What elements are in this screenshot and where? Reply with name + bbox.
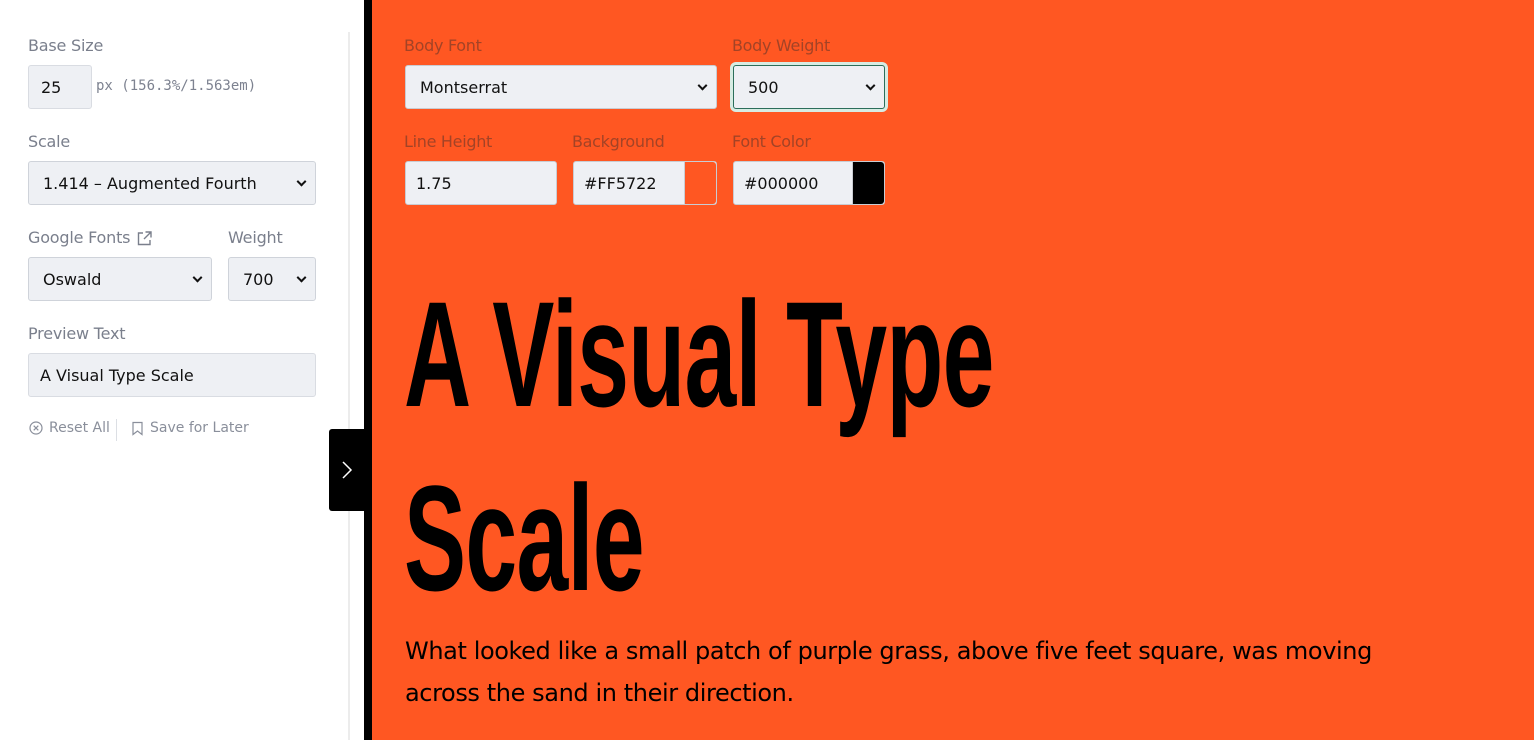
google-fonts-label[interactable]: Google Fonts xyxy=(28,228,153,248)
body-weight-label: Body Weight xyxy=(732,36,830,55)
preview-headline-line-2: Scale xyxy=(404,454,645,622)
background-color-swatch[interactable] xyxy=(684,162,716,204)
preview-text-label: Preview Text xyxy=(28,324,126,343)
font-color-value: #000000 xyxy=(744,173,819,193)
base-size-unit: px (156.3%/1.563em) xyxy=(96,78,257,94)
background-label: Background xyxy=(572,132,665,151)
body-font-label: Body Font xyxy=(404,36,482,55)
font-color-label: Font Color xyxy=(732,132,811,151)
sidebar-edge xyxy=(364,0,372,740)
font-color-field[interactable]: #000000 xyxy=(733,161,885,205)
chevron-down-icon xyxy=(296,272,307,283)
chevron-down-icon xyxy=(697,80,708,91)
x-circle-icon xyxy=(29,421,43,435)
preview-headline: A Visual Type Scale xyxy=(404,262,1272,630)
sidebar-toggle-button[interactable] xyxy=(329,429,365,511)
save-for-later-button[interactable]: Save for Later xyxy=(131,420,249,436)
chevron-down-icon xyxy=(296,176,307,187)
weight-label: Weight xyxy=(228,228,283,247)
chevron-down-icon xyxy=(192,272,203,283)
bookmark-icon xyxy=(132,421,143,436)
line-height-input[interactable]: 1.75 xyxy=(405,161,557,205)
google-fonts-label-text: Google Fonts xyxy=(28,228,131,247)
body-weight-select[interactable]: 500 xyxy=(733,65,885,109)
weight-select-value: 700 xyxy=(243,269,274,289)
action-divider xyxy=(116,419,117,441)
chevron-down-icon xyxy=(865,80,876,91)
google-font-select-value: Oswald xyxy=(43,269,102,289)
reset-all-label: Reset All xyxy=(49,420,110,436)
background-color-field[interactable]: #FF5722 xyxy=(573,161,717,205)
scale-select-value: 1.414 – Augmented Fourth xyxy=(43,173,257,193)
base-size-input[interactable]: 25 xyxy=(28,65,92,109)
preview-headline-line-1: A Visual Type xyxy=(404,270,994,438)
scale-label: Scale xyxy=(28,132,71,151)
body-font-select-value: Montserrat xyxy=(420,77,508,97)
save-for-later-label: Save for Later xyxy=(150,420,249,436)
base-size-label: Base Size xyxy=(28,36,104,55)
external-link-icon[interactable] xyxy=(136,230,153,247)
body-font-select[interactable]: Montserrat xyxy=(405,65,717,109)
chevron-right-icon xyxy=(342,461,353,479)
preview-area: Body Font Body Weight Montserrat 500 Lin… xyxy=(372,0,1534,740)
preview-text-input[interactable]: A Visual Type Scale xyxy=(28,353,316,397)
font-color-swatch[interactable] xyxy=(852,162,884,204)
weight-select[interactable]: 700 xyxy=(228,257,316,301)
settings-sidebar: Base Size 25 px (156.3%/1.563em) Scale 1… xyxy=(0,0,364,740)
preview-body-text: What looked like a small patch of purple… xyxy=(405,637,1372,707)
reset-all-button[interactable]: Reset All xyxy=(29,420,110,436)
body-weight-select-value: 500 xyxy=(748,77,779,97)
scale-select[interactable]: 1.414 – Augmented Fourth xyxy=(28,161,316,205)
google-font-select[interactable]: Oswald xyxy=(28,257,212,301)
line-height-label: Line Height xyxy=(404,132,493,151)
background-color-value: #FF5722 xyxy=(584,173,657,193)
sidebar-divider xyxy=(348,32,350,740)
